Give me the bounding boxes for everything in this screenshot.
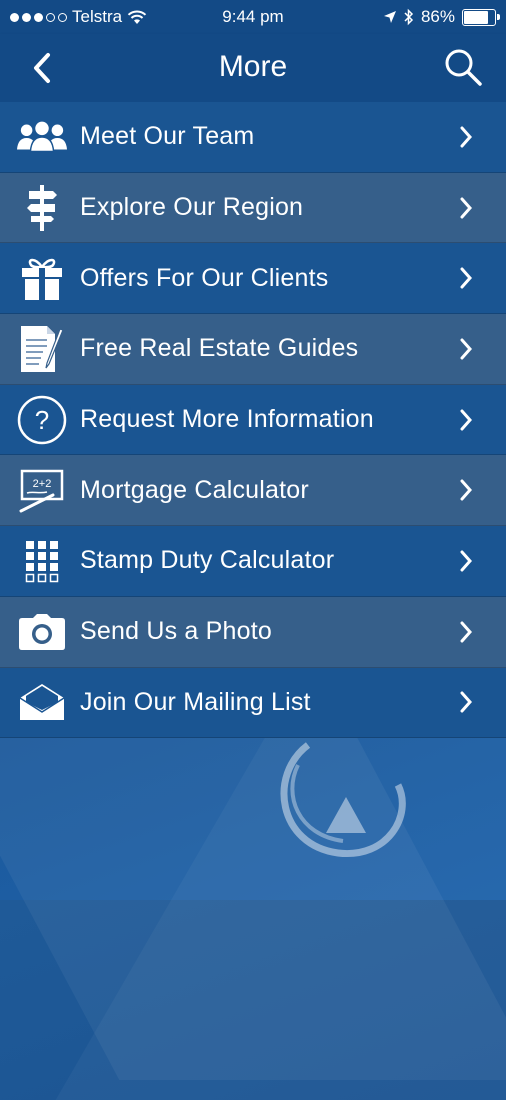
menu-item-offers-for-our-clients[interactable]: Offers For Our Clients [0,243,506,315]
menu-item-send-us-a-photo[interactable]: Send Us a Photo [0,596,506,668]
navigation-bar: More [0,34,506,102]
calculator-icon [17,536,67,586]
menu-item-meet-our-team[interactable]: Meet Our Team [0,102,506,173]
search-button[interactable] [442,46,484,88]
menu-item-explore-our-region[interactable]: Explore Our Region [0,172,506,244]
menu-item-free-real-estate-guides[interactable]: Free Real Estate Guides [0,314,506,385]
bluetooth-icon [404,8,414,26]
menu-item-label: Send Us a Photo [80,617,273,646]
chevron-right-icon [460,267,473,289]
menu-item-label: Explore Our Region [80,193,304,222]
gift-icon [17,253,67,303]
menu-item-label: Mortgage Calculator [80,475,309,504]
location-arrow-icon [383,11,396,23]
svg-text:?: ? [35,405,49,435]
document-pen-icon [17,324,67,374]
signpost-icon [17,183,67,233]
menu-item-label: Free Real Estate Guides [80,334,359,363]
status-right: 86% [383,7,500,27]
chevron-right-icon [460,621,473,643]
menu-item-stamp-duty-calculator[interactable]: Stamp Duty Calculator [0,526,506,597]
battery-percent: 86% [420,7,455,26]
menu-item-label: Offers For Our Clients [80,263,329,292]
status-bar: Telstra 9:44 pm 86% [0,0,506,34]
team-icon [17,112,67,162]
menu-item-label: Join Our Mailing List [80,687,311,716]
page-title: More [218,50,288,83]
menu-item-mortgage-calculator[interactable]: 2+2 Mortgage Calculator [0,455,506,527]
chevron-right-icon [460,409,473,431]
menu-item-label: Stamp Duty Calculator [80,546,335,575]
menu-item-label: Request More Information [80,405,374,434]
menu-item-request-more-information[interactable]: ? Request More Information [0,384,506,456]
svg-text:2+2: 2+2 [33,478,52,490]
chevron-right-icon [460,338,473,360]
camera-icon [17,607,67,657]
menu-list: Meet Our Team Explore Our Region Offers … [0,102,506,739]
chevron-right-icon [460,691,473,713]
chalkboard-icon: 2+2 [17,465,67,515]
chevron-right-icon [460,550,473,572]
battery-icon [462,8,500,26]
brand-logo-icon [280,742,406,857]
menu-item-label: Meet Our Team [80,122,255,151]
question-circle-icon: ? [17,395,67,445]
chevron-right-icon [460,126,473,148]
envelope-icon [17,677,67,727]
menu-item-join-our-mailing-list[interactable]: Join Our Mailing List [0,667,506,739]
chevron-right-icon [460,479,473,501]
chevron-right-icon [460,197,473,219]
